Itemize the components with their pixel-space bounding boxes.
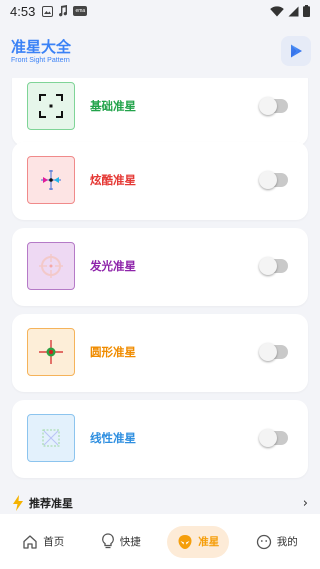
- crosshair-label: 圆形准星: [90, 345, 136, 359]
- smile-icon: [256, 534, 271, 549]
- lightning-icon: [13, 495, 23, 511]
- music-notification-icon: [59, 5, 68, 17]
- recommend-row[interactable]: 推荐准星 ›: [0, 492, 320, 514]
- recommend-label: 推荐准星: [29, 497, 73, 510]
- status-time: 4:53: [10, 3, 36, 19]
- toggle-knob: [259, 257, 277, 275]
- toggle-knob: [259, 429, 277, 447]
- crosshair-label: 基础准星: [90, 99, 136, 113]
- notification-icons: ema: [42, 5, 88, 17]
- cool-crosshair-icon: [27, 156, 75, 204]
- nav-label: 快捷: [119, 536, 141, 548]
- nav-item-shortcut[interactable]: 快捷: [91, 526, 151, 558]
- crosshair-card-basic[interactable]: 基础准星: [12, 78, 308, 146]
- basic-crosshair-icon: [27, 82, 75, 130]
- crosshair-label: 线性准星: [90, 431, 136, 445]
- app-header: 准星大全 Front Sight Pattern: [0, 22, 320, 78]
- toggle-knob: [259, 343, 277, 361]
- crosshair-toggle[interactable]: [259, 257, 288, 275]
- play-button[interactable]: [281, 36, 311, 66]
- play-icon: [291, 44, 302, 58]
- crosshair-toggle[interactable]: [259, 343, 288, 361]
- crosshair-label: 发光准星: [90, 259, 136, 273]
- crosshair-label: 炫酷准星: [90, 173, 136, 187]
- nav-label: 首页: [43, 536, 65, 548]
- crosshair-toggle[interactable]: [259, 97, 288, 115]
- app-badge-icon: ema: [73, 6, 88, 16]
- system-icons: [270, 5, 310, 17]
- nav-label: 我的: [276, 536, 298, 548]
- linear-crosshair-icon: [27, 414, 75, 462]
- nav-label: 准星: [198, 536, 220, 548]
- nav-item-mine[interactable]: 我的: [246, 526, 308, 558]
- status-bar: 4:53 ema: [0, 0, 320, 22]
- page-subtitle: Front Sight Pattern: [11, 57, 70, 64]
- nav-item-home[interactable]: 首页: [12, 526, 74, 558]
- crosshair-card-circle[interactable]: 圆形准星: [12, 314, 308, 392]
- crosshair-toggle[interactable]: [259, 429, 288, 447]
- crosshair-card-cool[interactable]: 炫酷准星: [12, 142, 308, 220]
- home-icon: [23, 534, 37, 549]
- crosshair-card-linear[interactable]: 线性准星: [12, 400, 308, 478]
- alien-icon: [178, 534, 192, 549]
- page-title: 准星大全: [11, 38, 72, 56]
- photo-notification-icon: [42, 5, 54, 17]
- signal-icon: [288, 6, 299, 16]
- crosshair-list: 基础准星 炫酷准星 发光准星 圆形准星 线性准星: [0, 78, 320, 514]
- bulb-icon: [101, 533, 114, 549]
- wifi-icon: [270, 5, 284, 16]
- toggle-knob: [259, 97, 277, 115]
- chevron-right-icon[interactable]: ›: [303, 496, 308, 511]
- battery-icon: [303, 5, 310, 17]
- crosshair-toggle[interactable]: [259, 171, 288, 189]
- nav-item-crosshair[interactable]: 准星: [167, 525, 230, 558]
- toggle-knob: [259, 171, 277, 189]
- glow-crosshair-icon: [27, 242, 75, 290]
- circle-crosshair-icon: [27, 328, 75, 376]
- crosshair-card-glow[interactable]: 发光准星: [12, 228, 308, 306]
- bottom-nav: 首页 快捷 准星 我的: [0, 514, 320, 569]
